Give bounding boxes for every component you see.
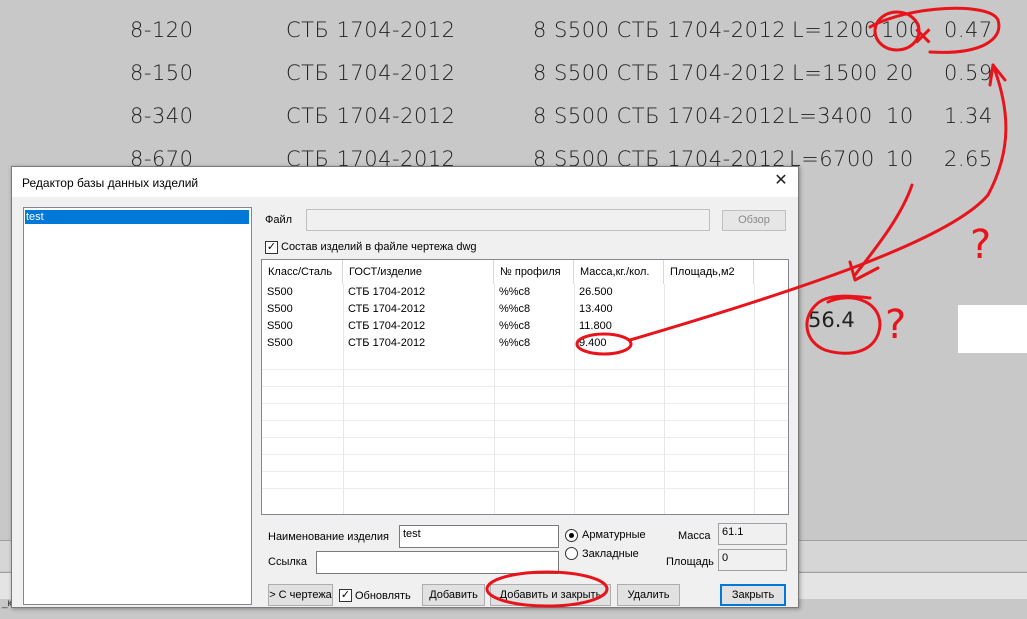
product-database-editor-dialog: Редактор базы данных изделий ✕ test Файл… [11,166,799,608]
cell-gost: СТБ 1704-2012 [348,320,426,332]
cell-mass: 9.400 [579,337,607,349]
grid-row-line [262,471,788,472]
grid-row-line [262,437,788,438]
question-mark: ? [885,302,906,348]
cad-qty: 10 [886,104,914,128]
area-label: Площадь [666,556,714,568]
arrow-line-to-total [853,183,914,277]
dwg-checkbox[interactable]: ✓ [265,241,278,254]
cad-spec: 8 S500 СТБ 1704-2012 [533,18,787,42]
file-label: Файл [265,214,293,226]
cad-row: 8-150 СТБ 1704-2012 8 S500 СТБ 1704-2012… [0,53,1027,93]
question-mark: ? [970,222,991,268]
cell-gost: СТБ 1704-2012 [348,337,426,349]
cad-code: 8-150 [130,61,194,85]
grid-row-line [262,488,788,489]
cell-mass: 11.800 [579,320,612,332]
cad-row: 8-120 СТБ 1704-2012 8 S500 СТБ 1704-2012… [0,10,1027,50]
product-name-input[interactable]: test [399,525,559,548]
product-tree[interactable]: test [23,207,252,605]
cell-mass: 26.500 [579,286,613,298]
radio-embedded[interactable] [565,547,578,560]
add-button[interactable]: Добавить [422,584,485,606]
grid-row-line [262,386,788,387]
mass-field: 61.1 [718,523,787,545]
browse-button[interactable]: Обзор [722,210,786,231]
cell-steel: S500 [267,303,293,315]
cell-profile: %%c8 [499,303,531,315]
cad-length: L=1500 [792,61,878,85]
link-label: Ссылка [268,556,307,568]
cad-mass: 0.47 [944,18,993,42]
dialog-titlebar[interactable]: Редактор базы данных изделий ✕ [12,167,798,197]
arrow-head-total [848,260,880,282]
from-drawing-button[interactable]: > С чертежа [268,584,333,606]
update-checkbox[interactable]: ✓ [339,589,352,602]
radio-embedded-label: Закладные [582,548,639,560]
cell-gost: СТБ 1704-2012 [348,286,426,298]
radio-rebar-label: Арматурные [582,529,646,541]
cad-spec: 8 S500 СТБ 1704-2012 [533,104,787,128]
column-header-gost[interactable]: ГОСТ/изделие [343,260,494,284]
cad-mass: 2.65 [944,147,993,171]
cad-length: L=1200 [792,18,878,42]
table-row[interactable]: S500 СТБ 1704-2012 %%c8 13.400 [262,301,788,318]
close-button[interactable]: Закрыть [720,584,786,606]
cad-row: 8-340 СТБ 1704-2012 8 S500 СТБ 1704-2012… [0,96,1027,136]
column-header-mass[interactable]: Масса,кг./кол. [574,260,664,284]
cad-standard: СТБ 1704-2012 [286,61,456,85]
cad-spec: 8 S500 СТБ 1704-2012 [533,61,787,85]
products-grid[interactable]: Класс/Сталь ГОСТ/изделие № профиля Масса… [261,259,789,515]
close-icon[interactable]: ✕ [772,172,790,190]
cell-area [664,335,669,352]
cell-gost: СТБ 1704-2012 [348,303,426,315]
cell-profile: %%c8 [499,286,531,298]
radio-rebar[interactable] [565,529,578,542]
cell-steel: S500 [267,337,293,349]
add-and-close-button[interactable]: Добавить и закрыть [490,584,611,606]
cad-standard: СТБ 1704-2012 [286,18,456,42]
product-name-label: Наименование изделия [268,531,389,543]
column-header-area[interactable]: Площадь,м2 [664,260,754,284]
cad-length: L=6700 [789,147,875,171]
file-input[interactable] [306,209,710,231]
update-checkbox-label: Обновлять [355,590,411,602]
delete-button[interactable]: Удалить [617,584,680,606]
link-input[interactable] [316,551,559,574]
dialog-title: Редактор базы данных изделий [22,176,199,190]
cad-total-mass: 56.4 [808,308,855,332]
tree-item-test[interactable]: test [25,210,249,224]
table-row[interactable]: S500 СТБ 1704-2012 %%c8 26.500 [262,284,788,301]
cad-code: 8-340 [130,104,194,128]
cell-mass: 13.400 [579,303,613,315]
grid-row-line [262,369,788,370]
cell-profile: %%c8 [499,320,531,332]
mass-label: Масса [678,530,711,542]
column-header-steel[interactable]: Класс/Сталь [262,260,343,284]
cad-qty: 20 [886,61,914,85]
area-field: 0 [718,549,787,571]
cell-steel: S500 [267,286,293,298]
cad-standard: СТБ 1704-2012 [286,104,456,128]
cell-area [664,318,669,335]
cad-white-block [958,305,1027,353]
cell-steel: S500 [267,320,293,332]
table-row[interactable]: S500 СТБ 1704-2012 %%c8 9.400 [262,335,788,352]
cell-profile: %%c8 [499,337,531,349]
cad-mass: 1.34 [944,104,993,128]
grid-row-line [262,403,788,404]
cell-area [664,284,669,301]
cad-code: 8-120 [130,18,194,42]
cad-qty: 10 [886,147,914,171]
cad-length: L=3400 [787,104,873,128]
dwg-checkbox-label: Состав изделий в файле чертежа dwg [281,241,477,253]
cell-area [664,301,669,318]
grid-header: Класс/Сталь ГОСТ/изделие № профиля Масса… [262,260,788,284]
column-header-profile[interactable]: № профиля [494,260,574,284]
table-row[interactable]: S500 СТБ 1704-2012 %%c8 11.800 [262,318,788,335]
cad-qty: 100 [881,18,923,42]
grid-row-line [262,454,788,455]
cad-mass: 0.59 [944,61,993,85]
grid-row-line [262,420,788,421]
